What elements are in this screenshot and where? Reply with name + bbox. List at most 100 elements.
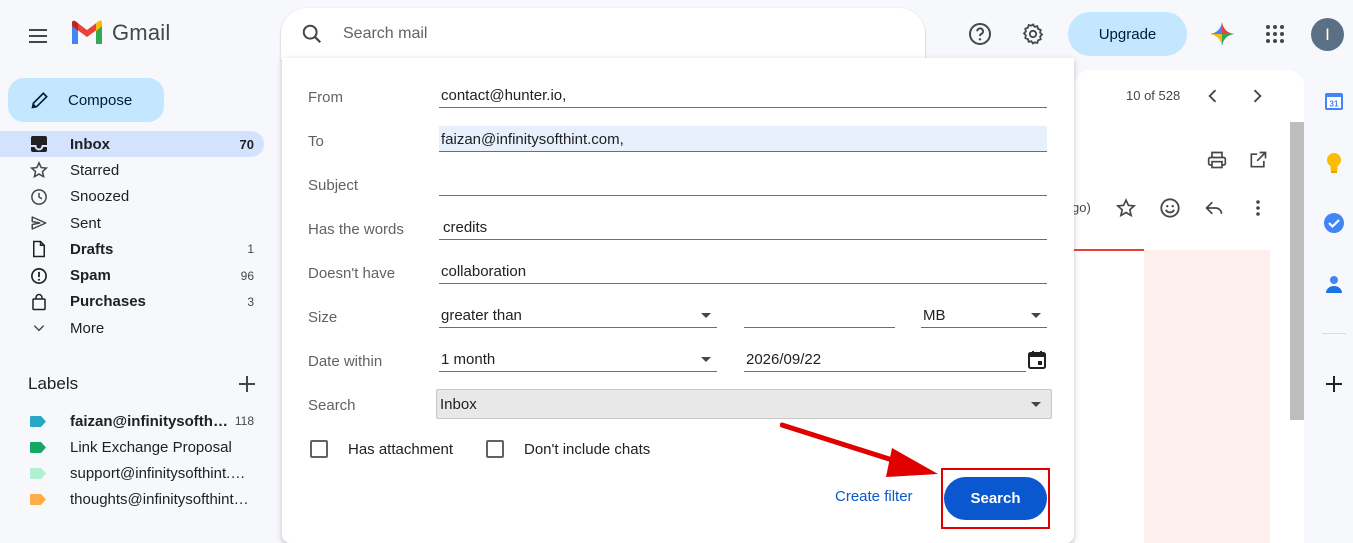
create-filter-button[interactable]: Create filter (835, 488, 913, 505)
label-item[interactable]: faizan@infinitysofthint.com 118 (0, 408, 264, 434)
apps-grid-icon[interactable] (1255, 14, 1295, 54)
annotation-highlight-box (941, 468, 1050, 529)
app-name: Gmail (112, 20, 171, 45)
keep-app-icon[interactable] (1322, 151, 1346, 175)
add-label-plus-icon[interactable] (238, 375, 256, 393)
star-icon[interactable] (1116, 198, 1136, 218)
search-icon[interactable] (301, 23, 323, 45)
calendar-app-icon[interactable]: 31 (1322, 89, 1346, 113)
annotation-arrow-icon (780, 422, 938, 477)
doesnt-have-field[interactable]: collaboration (439, 258, 1047, 284)
contacts-app-icon[interactable] (1322, 272, 1346, 296)
compose-button[interactable]: Compose (8, 78, 164, 122)
unread-count: 70 (239, 136, 254, 152)
subject-field[interactable] (439, 170, 1047, 196)
reply-icon[interactable] (1204, 198, 1224, 218)
label-tag-icon (30, 493, 46, 505)
has-attachment-checkbox[interactable] (310, 440, 328, 458)
dropdown-caret-icon (701, 357, 711, 362)
calendar-icon[interactable] (1028, 350, 1046, 369)
date-field[interactable]: 2026/09/22 (744, 346, 1026, 372)
dropdown-caret-icon (1031, 313, 1041, 318)
has-words-field[interactable]: credits (439, 214, 1047, 240)
subject-label: Subject (308, 177, 359, 194)
sidebar-item-starred[interactable]: Starred (0, 157, 264, 183)
gmail-m-icon (72, 20, 102, 44)
spam-icon (30, 267, 48, 285)
sidebar-item-label: Snoozed (70, 188, 130, 206)
label-name: support@infinitysofthint.com (70, 464, 252, 482)
size-unit-select[interactable]: MB (921, 302, 1047, 328)
upgrade-button[interactable]: Upgrade (1068, 12, 1187, 56)
label-tag-icon (30, 467, 46, 479)
size-label: Size (308, 309, 338, 326)
sidebar-item-sent[interactable]: Sent (0, 210, 264, 236)
sidebar-item-label: Starred (70, 161, 120, 179)
label-name: thoughts@infinitysofthint.com (70, 490, 252, 508)
sidebar-item-label: Purchases (70, 293, 146, 311)
from-field[interactable]: contact@hunter.io, (439, 82, 1047, 108)
chevron-down-icon (30, 319, 48, 337)
dont-include-chats-label: Don't include chats (524, 441, 651, 458)
truncated-timestamp: go) (1072, 200, 1091, 215)
main-menu-icon[interactable] (26, 24, 50, 48)
message-divider (1074, 249, 1144, 251)
print-icon[interactable] (1207, 150, 1227, 170)
search-input[interactable] (343, 25, 863, 43)
emoji-icon[interactable] (1159, 197, 1181, 219)
inbox-icon (30, 135, 48, 153)
sidebar-item-inbox[interactable]: Inbox 70 (0, 131, 264, 158)
compose-label: Compose (68, 91, 133, 109)
sidebar-item-snoozed[interactable]: Snoozed (0, 184, 264, 210)
label-item[interactable]: support@infinitysofthint.com (0, 460, 264, 486)
dropdown-caret-icon (701, 313, 711, 318)
labels-title: Labels (28, 374, 79, 393)
scrollbar[interactable] (1290, 122, 1304, 420)
dont-include-chats-checkbox[interactable] (486, 440, 504, 458)
sidebar-item-more[interactable]: More (0, 315, 264, 341)
label-tag-icon (30, 441, 46, 453)
more-vert-icon[interactable] (1249, 198, 1267, 218)
sidebar-nav: Inbox 70 Starred Snoozed Sent Drafts 1 S… (0, 131, 264, 341)
has-words-label: Has the words (308, 221, 404, 238)
sidebar-item-drafts[interactable]: Drafts 1 (0, 236, 264, 262)
size-value-field[interactable] (744, 302, 895, 328)
label-tag-icon (30, 415, 46, 427)
sidebar-item-label: Sent (70, 214, 101, 232)
size-operator-select[interactable]: greater than (439, 302, 717, 328)
tasks-app-icon[interactable] (1322, 211, 1346, 235)
svg-text:31: 31 (1330, 100, 1339, 109)
size-unit-value: MB (923, 307, 946, 324)
rail-divider (1322, 333, 1346, 334)
add-app-plus-icon[interactable] (1322, 372, 1346, 396)
dropdown-caret-icon (1031, 401, 1041, 407)
pagination-text: 10 of 528 (1126, 88, 1181, 103)
message-body-area (1144, 250, 1270, 543)
sidebar-item-label: Drafts (70, 240, 114, 258)
date-within-label: Date within (308, 353, 383, 370)
chevron-left-icon[interactable] (1203, 86, 1223, 106)
gemini-star-icon[interactable] (1202, 14, 1242, 54)
label-item[interactable]: thoughts@infinitysofthint.com (0, 486, 264, 512)
sidebar-item-spam[interactable]: Spam 96 (0, 262, 264, 288)
help-icon[interactable] (960, 14, 1000, 54)
chevron-right-icon[interactable] (1247, 86, 1267, 106)
label-name: Link Exchange Proposal (70, 438, 232, 456)
draft-icon (30, 240, 48, 258)
gmail-logo[interactable]: Gmail (70, 20, 170, 46)
search-in-select[interactable]: Inbox (436, 389, 1052, 419)
to-field[interactable]: faizan@infinitysofthint.com, (439, 126, 1047, 152)
to-label: To (308, 133, 324, 150)
spam-count: 96 (240, 268, 254, 283)
open-new-window-icon[interactable] (1248, 150, 1268, 170)
label-item[interactable]: Link Exchange Proposal (0, 434, 264, 460)
size-operator-value: greater than (441, 307, 522, 324)
settings-gear-icon[interactable] (1013, 14, 1053, 54)
search-in-label: Search (308, 397, 356, 414)
date-range-select[interactable]: 1 month (439, 346, 717, 372)
sidebar-item-label: More (70, 319, 105, 337)
account-avatar[interactable]: I (1311, 18, 1344, 51)
sidebar-item-purchases[interactable]: Purchases 3 (0, 289, 264, 315)
has-attachment-label: Has attachment (348, 441, 454, 458)
clock-icon (30, 188, 48, 206)
